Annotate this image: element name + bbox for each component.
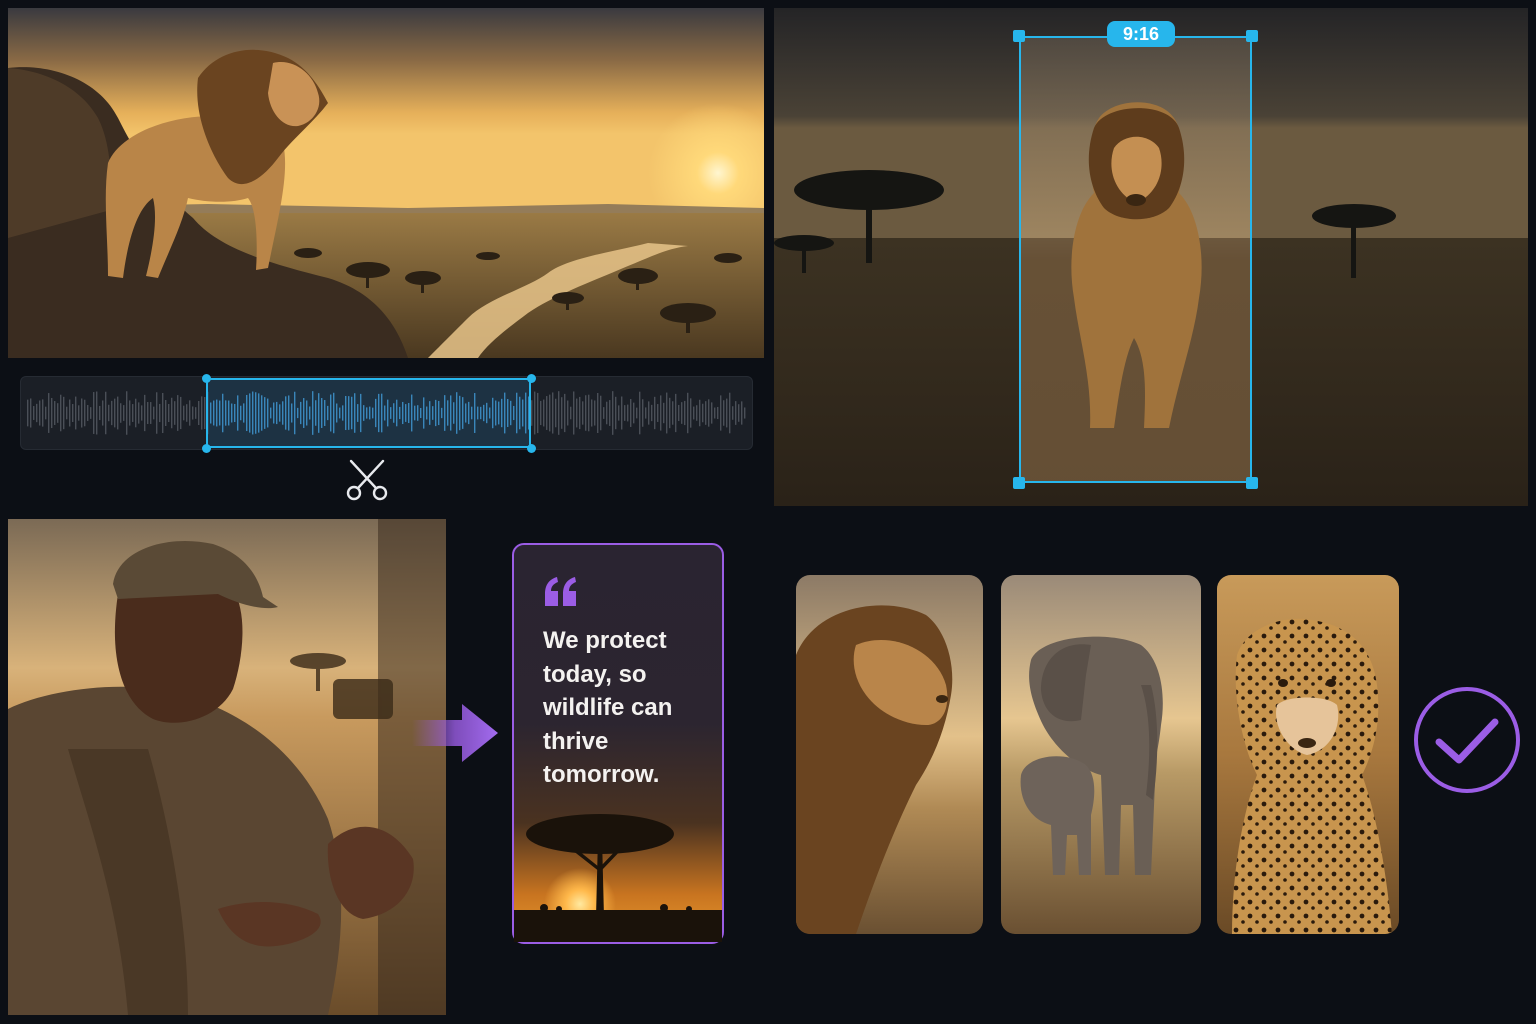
- elephant-image: [1001, 575, 1201, 934]
- quote-mark-icon: [545, 577, 576, 606]
- trim-handle-end-top[interactable]: [527, 374, 536, 383]
- trim-selection[interactable]: [206, 378, 531, 448]
- lion-portrait-image: [796, 575, 983, 934]
- trim-handle-start-bottom[interactable]: [202, 444, 211, 453]
- ranger-image: [8, 519, 446, 1015]
- source-video-frame: [8, 8, 764, 358]
- interview-frame: [8, 519, 446, 1015]
- thumbnail-elephant[interactable]: [1001, 575, 1201, 934]
- lion-sunset-image: [8, 8, 764, 358]
- aspect-ratio-badge[interactable]: 9:16: [1107, 21, 1175, 47]
- crop-handle-bottom-right[interactable]: [1246, 477, 1258, 489]
- check-circle-icon: [1414, 687, 1520, 793]
- crop-handle-bottom-left[interactable]: [1013, 477, 1025, 489]
- scissors-icon[interactable]: [343, 458, 391, 502]
- thumbnail-lion[interactable]: [796, 575, 983, 934]
- acacia-sunset-illustration: [514, 814, 722, 942]
- crop-handle-top-right[interactable]: [1246, 30, 1258, 42]
- crop-frame-9-16[interactable]: [1019, 36, 1252, 483]
- trim-handle-start-top[interactable]: [202, 374, 211, 383]
- leopard-image: [1217, 575, 1399, 934]
- arrow-right-icon: [412, 704, 498, 762]
- trim-handle-end-bottom[interactable]: [527, 444, 536, 453]
- quote-text: We protect today, so wildlife can thrive…: [543, 627, 673, 788]
- crop-handle-top-left[interactable]: [1013, 30, 1025, 42]
- thumbnail-leopard[interactable]: [1217, 575, 1399, 934]
